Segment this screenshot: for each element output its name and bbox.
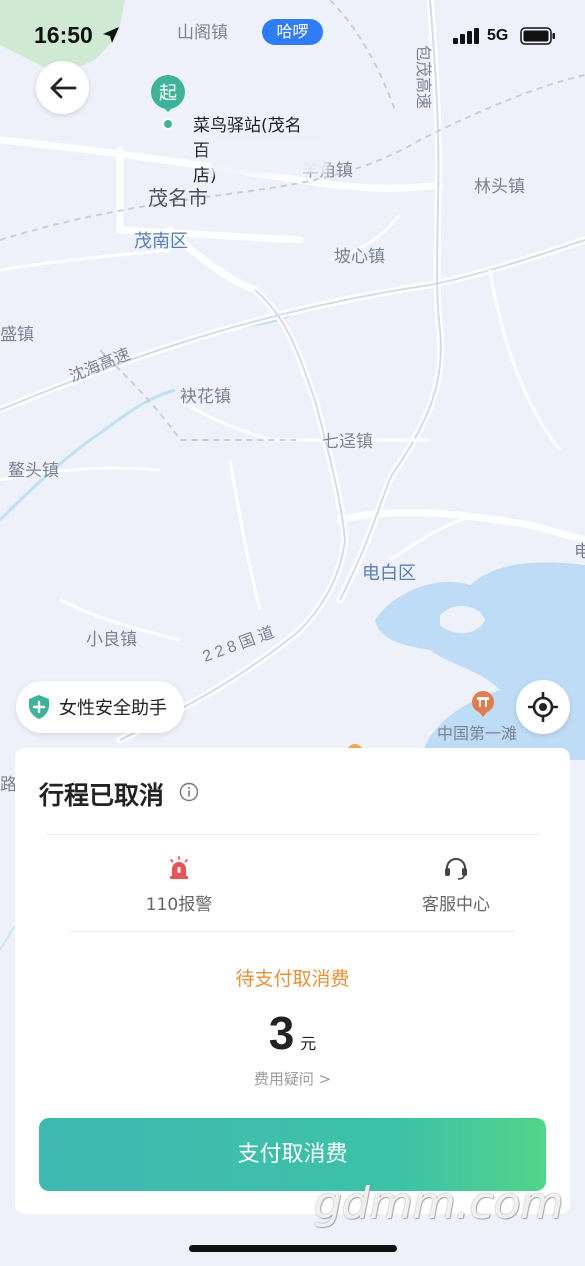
watermark-text: gdmm.com	[314, 1178, 564, 1229]
headset-icon	[445, 857, 467, 880]
trip-status-title: 行程已取消	[39, 781, 165, 810]
poi-scenic-icon[interactable]	[471, 690, 495, 718]
arrow-left-icon	[50, 77, 76, 98]
location-arrow-icon	[103, 27, 119, 43]
female-safety-assistant-button[interactable]: 女性安全助手	[16, 681, 184, 733]
info-icon[interactable]	[179, 782, 199, 802]
police-110-button[interactable]: 110报警	[119, 856, 239, 915]
fee-unit: 元	[300, 1034, 317, 1053]
map-label-poxin: 坡心镇	[334, 247, 385, 266]
start-pin-icon: 起	[151, 75, 185, 130]
shield-plus-icon	[29, 695, 49, 719]
map-label-linto: 林头镇	[474, 177, 525, 196]
start-label-line1: 菜鸟驿站(茂名	[193, 116, 302, 136]
alarm-icon	[170, 856, 188, 879]
home-indicator[interactable]	[189, 1245, 397, 1252]
start-pin-text: 起	[159, 83, 177, 103]
start-pin-marker[interactable]: 起	[150, 74, 186, 136]
start-location-label: 菜鸟驿站(茂名 百 店)	[193, 114, 329, 189]
map-label-yihua: 袂花镇	[180, 387, 231, 406]
map-label-maoming: 茂名市	[148, 187, 208, 210]
map-label-dian: 电	[574, 542, 585, 561]
redaction-blur	[209, 142, 329, 174]
map-label-maonan: 茂南区	[134, 231, 188, 251]
police-110-label: 110报警	[145, 895, 213, 915]
safety-assistant-label: 女性安全助手	[59, 698, 167, 719]
fee-amount: 3	[268, 1007, 295, 1059]
map-label-sheng: 盛镇	[0, 325, 34, 344]
map-label-aotou: 鳌头镇	[8, 461, 59, 480]
cellular-signal-icon	[453, 28, 479, 44]
locate-me-button[interactable]	[516, 680, 570, 734]
app-badge[interactable]: 哈啰	[262, 19, 323, 45]
fee-amount-row: 3元	[15, 1006, 570, 1060]
status-bar: 16:50 哈啰 5G	[0, 0, 585, 70]
customer-service-label: 客服中心	[422, 895, 490, 915]
crosshair-icon	[528, 692, 558, 722]
divider	[70, 931, 515, 932]
battery-icon	[520, 27, 555, 45]
divider	[46, 834, 539, 835]
network-type: 5G	[487, 27, 509, 44]
trip-status-card: 行程已取消 110报警 客服中心 待支付取消费 3 元 费用疑问 > 支付取消费	[15, 748, 570, 1214]
status-time: 16:50	[34, 22, 93, 48]
pending-payment-text: 待支付取消费	[235, 968, 350, 990]
map-label-dianbai: 电白区	[362, 563, 416, 583]
map-label-qijing: 七迳镇	[322, 432, 373, 451]
customer-service-button[interactable]: 客服中心	[396, 856, 516, 915]
back-button[interactable]	[36, 61, 89, 114]
map-label-xiaoliang: 小良镇	[86, 630, 137, 649]
fee-question-link[interactable]: 费用疑问 >	[15, 1068, 570, 1089]
poi-label: 中国第一滩	[437, 724, 518, 743]
